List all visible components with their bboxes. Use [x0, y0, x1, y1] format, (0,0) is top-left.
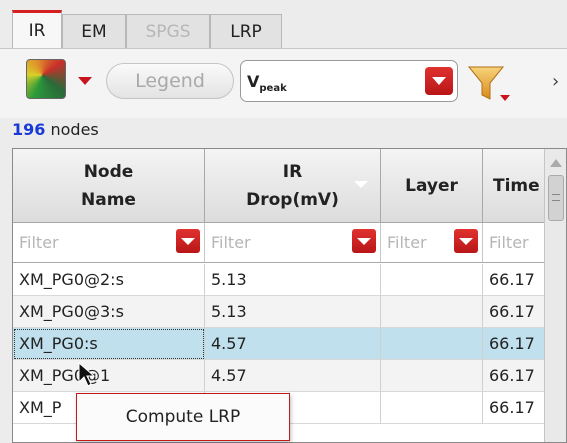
cell-node-name: XM_PG0@3:s	[13, 296, 205, 328]
column-header-node-name-label: Node Name	[81, 161, 136, 210]
cell-layer	[381, 296, 483, 328]
filter-layer-dropdown-icon[interactable]	[454, 229, 478, 253]
cell-node-name: XM_PG0:s	[13, 328, 205, 360]
scroll-up-arrow-icon[interactable]	[550, 159, 562, 167]
toolbar: Legend Vpeak ›	[0, 48, 567, 118]
metric-dropdown-icon[interactable]	[425, 67, 453, 95]
menu-item-compute-lrp[interactable]: Compute LRP	[126, 407, 240, 427]
filter-layer[interactable]: Filter	[381, 223, 483, 263]
more-chevron-icon[interactable]: ›	[552, 71, 559, 92]
filter-node-name-placeholder: Filter	[19, 233, 59, 252]
filter-time[interactable]: Filter	[483, 223, 553, 263]
node-count: 196 nodes	[12, 120, 99, 139]
tab-strip: IR EM SPGS LRP	[0, 0, 567, 48]
tab-lrp[interactable]: LRP	[210, 14, 282, 48]
cell-layer	[381, 328, 483, 360]
cell-ir-drop: 4.57	[205, 328, 381, 360]
vertical-scrollbar[interactable]	[544, 149, 566, 442]
column-header-ir-drop[interactable]: IR Drop(mV)	[205, 149, 381, 223]
legend-button-label: Legend	[135, 70, 205, 92]
filter-ir-drop-dropdown-icon[interactable]	[352, 229, 376, 253]
table-row-selected[interactable]: XM_PG0:s 4.57 66.17	[13, 328, 553, 360]
cell-time: 66.17	[483, 392, 553, 424]
tab-spgs[interactable]: SPGS	[126, 14, 210, 48]
column-header-layer[interactable]: Layer	[381, 149, 483, 223]
filter-node-name[interactable]: Filter	[13, 223, 205, 263]
cell-layer	[381, 392, 483, 424]
column-header-node-name[interactable]: Node Name	[13, 149, 205, 223]
tab-em[interactable]: EM	[62, 14, 126, 48]
sort-descending-icon	[354, 181, 368, 188]
filter-node-name-dropdown-icon[interactable]	[176, 229, 200, 253]
column-header-time[interactable]: Time	[483, 149, 553, 223]
table-row[interactable]: XM_PG0@2:s 5.13 66.17	[13, 264, 553, 296]
filter-funnel-icon[interactable]	[466, 61, 510, 105]
filter-layer-placeholder: Filter	[387, 233, 427, 252]
mouse-pointer-icon	[78, 362, 96, 387]
filter-ir-drop[interactable]: Filter	[205, 223, 381, 263]
tab-ir[interactable]: IR	[12, 10, 62, 48]
colormap-icon[interactable]	[26, 59, 66, 99]
metric-value-sub: peak	[259, 83, 287, 95]
context-menu: Compute LRP	[76, 393, 290, 441]
tab-spgs-label: SPGS	[145, 21, 191, 42]
cell-ir-drop: 5.13	[205, 296, 381, 328]
cell-node-name: XM_PG0@2:s	[13, 264, 205, 296]
filter-time-placeholder: Filter	[489, 233, 529, 252]
cell-time: 66.17	[483, 296, 553, 328]
cell-layer	[381, 360, 483, 392]
legend-button[interactable]: Legend	[106, 63, 234, 99]
tab-lrp-label: LRP	[230, 21, 262, 42]
tab-ir-label: IR	[28, 20, 46, 41]
scrollbar-thumb[interactable]	[548, 175, 564, 221]
node-count-number: 196	[12, 120, 46, 139]
cell-layer	[381, 264, 483, 296]
cell-time: 66.17	[483, 328, 553, 360]
cell-node-name: XM_PG0@1	[13, 360, 205, 392]
column-header-layer-label: Layer	[405, 175, 458, 196]
column-header-time-label: Time	[493, 175, 540, 196]
cell-time: 66.17	[483, 264, 553, 296]
metric-select-value: Vpeak	[247, 72, 287, 94]
node-count-suffix: nodes	[45, 120, 99, 139]
cell-time: 66.17	[483, 360, 553, 392]
colormap-dropdown-icon[interactable]	[78, 77, 92, 85]
filter-ir-drop-placeholder: Filter	[211, 233, 251, 252]
tab-em-label: EM	[81, 21, 107, 42]
cell-ir-drop: 5.13	[205, 264, 381, 296]
metric-select[interactable]: Vpeak	[240, 60, 458, 102]
metric-value-main: V	[247, 72, 260, 91]
column-header-ir-drop-label: IR Drop(mV)	[246, 161, 339, 210]
table-row[interactable]: XM_PG0@3:s 5.13 66.17	[13, 296, 553, 328]
cell-ir-drop: 4.57	[205, 360, 381, 392]
